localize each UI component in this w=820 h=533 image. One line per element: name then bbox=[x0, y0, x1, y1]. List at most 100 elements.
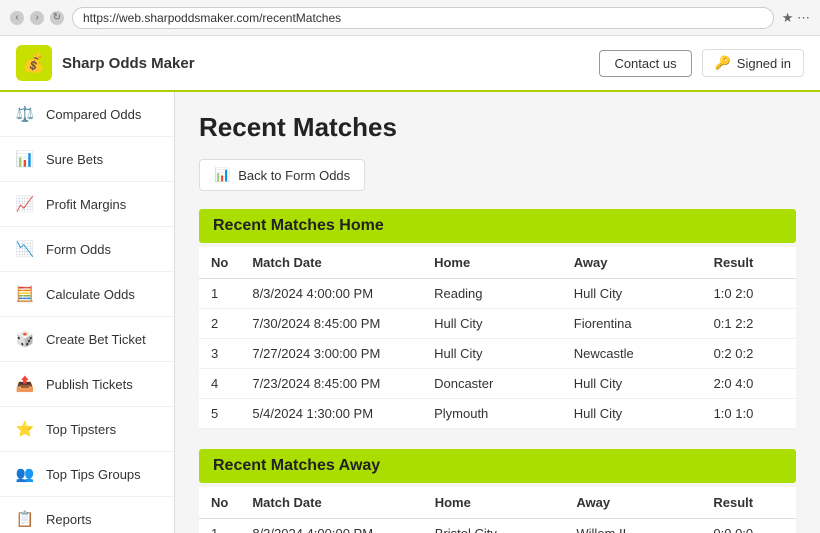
match-away: Willem II bbox=[564, 519, 701, 533]
signed-in-label: Signed in bbox=[737, 56, 791, 71]
forward-browser-btn[interactable]: › bbox=[30, 11, 44, 25]
browser-bar: ‹ › ↻ https://web.sharpoddsmaker.com/rec… bbox=[0, 0, 820, 36]
table-row: 5 5/4/2024 1:30:00 PM Plymouth Hull City… bbox=[199, 399, 796, 429]
match-away: Hull City bbox=[562, 279, 702, 309]
reports-label: Reports bbox=[46, 512, 92, 527]
match-no: 1 bbox=[199, 519, 240, 533]
calculate-odds-icon: 🧮 bbox=[14, 283, 36, 305]
back-button-label: Back to Form Odds bbox=[238, 168, 350, 183]
signed-in-icon: 🔑 bbox=[715, 55, 731, 71]
table-row: 1 8/3/2024 4:00:00 PM Reading Hull City … bbox=[199, 279, 796, 309]
col-header-home-away: Home bbox=[423, 487, 565, 519]
compared-odds-label: Compared Odds bbox=[46, 107, 141, 122]
match-date: 7/27/2024 3:00:00 PM bbox=[240, 339, 422, 369]
col-header-home: Home bbox=[422, 247, 562, 279]
sidebar-item-top-tips-groups[interactable]: 👥 Top Tips Groups bbox=[0, 452, 174, 497]
home-matches-table: No Match Date Home Away Result 1 8/3/202… bbox=[199, 247, 796, 429]
match-home: Reading bbox=[422, 279, 562, 309]
match-away: Hull City bbox=[562, 369, 702, 399]
page-title: Recent Matches bbox=[199, 112, 796, 143]
match-result: 0:2 0:2 bbox=[702, 339, 796, 369]
sidebar-item-form-odds[interactable]: 📉 Form Odds bbox=[0, 227, 174, 272]
app-header: 💰 Sharp Odds Maker Contact us 🔑 Signed i… bbox=[0, 36, 820, 92]
sidebar-item-profit-margins[interactable]: 📈 Profit Margins bbox=[0, 182, 174, 227]
back-to-form-odds-button[interactable]: 📊 Back to Form Odds bbox=[199, 159, 365, 191]
signed-in-indicator: 🔑 Signed in bbox=[702, 49, 804, 77]
match-result: 1:0 1:0 bbox=[702, 399, 796, 429]
browser-controls: ‹ › ↻ bbox=[10, 11, 64, 25]
publish-tickets-label: Publish Tickets bbox=[46, 377, 133, 392]
match-date: 8/3/2024 4:00:00 PM bbox=[240, 519, 422, 533]
sidebar: ⚖️ Compared Odds 📊 Sure Bets 📈 Profit Ma… bbox=[0, 92, 175, 533]
header-right: Contact us 🔑 Signed in bbox=[599, 49, 804, 77]
top-tipsters-icon: ⭐ bbox=[14, 418, 36, 440]
match-date: 7/30/2024 8:45:00 PM bbox=[240, 309, 422, 339]
home-section-header: Recent Matches Home bbox=[199, 209, 796, 243]
table-row: 4 7/23/2024 8:45:00 PM Doncaster Hull Ci… bbox=[199, 369, 796, 399]
browser-icons: ★ ⋯ bbox=[782, 10, 810, 26]
create-bet-ticket-label: Create Bet Ticket bbox=[46, 332, 146, 347]
match-away: Hull City bbox=[562, 399, 702, 429]
match-no: 1 bbox=[199, 279, 240, 309]
url-bar[interactable]: https://web.sharpoddsmaker.com/recentMat… bbox=[72, 7, 774, 29]
col-header-away: Away bbox=[562, 247, 702, 279]
content-area: Recent Matches 📊 Back to Form Odds Recen… bbox=[175, 92, 820, 533]
match-away: Fiorentina bbox=[562, 309, 702, 339]
publish-tickets-icon: 📤 bbox=[14, 373, 36, 395]
sidebar-item-publish-tickets[interactable]: 📤 Publish Tickets bbox=[0, 362, 174, 407]
sidebar-item-calculate-odds[interactable]: 🧮 Calculate Odds bbox=[0, 272, 174, 317]
match-home: Doncaster bbox=[422, 369, 562, 399]
table-row: 3 7/27/2024 3:00:00 PM Hull City Newcast… bbox=[199, 339, 796, 369]
sidebar-item-sure-bets[interactable]: 📊 Sure Bets bbox=[0, 137, 174, 182]
app-logo: 💰 Sharp Odds Maker bbox=[16, 45, 195, 81]
match-home: Bristol City bbox=[423, 519, 565, 533]
sidebar-item-create-bet-ticket[interactable]: 🎲 Create Bet Ticket bbox=[0, 317, 174, 362]
back-icon: 📊 bbox=[214, 167, 230, 183]
reload-browser-btn[interactable]: ↻ bbox=[50, 11, 64, 25]
sidebar-item-reports[interactable]: 📋 Reports bbox=[0, 497, 174, 533]
table-row: 1 8/3/2024 4:00:00 PM Bristol City Wille… bbox=[199, 519, 796, 533]
match-no: 2 bbox=[199, 309, 240, 339]
away-section-header: Recent Matches Away bbox=[199, 449, 796, 483]
match-result: 0:1 2:2 bbox=[702, 309, 796, 339]
match-home: Hull City bbox=[422, 309, 562, 339]
profit-margins-icon: 📈 bbox=[14, 193, 36, 215]
match-home: Plymouth bbox=[422, 399, 562, 429]
top-tips-groups-label: Top Tips Groups bbox=[46, 467, 141, 482]
table-row: 2 7/30/2024 8:45:00 PM Hull City Fiorent… bbox=[199, 309, 796, 339]
app-name: Sharp Odds Maker bbox=[62, 55, 195, 72]
sidebar-item-compared-odds[interactable]: ⚖️ Compared Odds bbox=[0, 92, 174, 137]
form-odds-label: Form Odds bbox=[46, 242, 111, 257]
match-date: 8/3/2024 4:00:00 PM bbox=[240, 279, 422, 309]
col-header-no-away: No bbox=[199, 487, 240, 519]
contact-button[interactable]: Contact us bbox=[599, 50, 691, 77]
col-header-no: No bbox=[199, 247, 240, 279]
reports-icon: 📋 bbox=[14, 508, 36, 530]
match-no: 3 bbox=[199, 339, 240, 369]
col-header-date: Match Date bbox=[240, 247, 422, 279]
compared-odds-icon: ⚖️ bbox=[14, 103, 36, 125]
logo-icon: 💰 bbox=[16, 45, 52, 81]
match-date: 5/4/2024 1:30:00 PM bbox=[240, 399, 422, 429]
match-date: 7/23/2024 8:45:00 PM bbox=[240, 369, 422, 399]
sidebar-item-top-tipsters[interactable]: ⭐ Top Tipsters bbox=[0, 407, 174, 452]
sure-bets-icon: 📊 bbox=[14, 148, 36, 170]
create-bet-ticket-icon: 🎲 bbox=[14, 328, 36, 350]
calculate-odds-label: Calculate Odds bbox=[46, 287, 135, 302]
profit-margins-label: Profit Margins bbox=[46, 197, 126, 212]
match-no: 4 bbox=[199, 369, 240, 399]
col-header-away-away: Away bbox=[564, 487, 701, 519]
sure-bets-label: Sure Bets bbox=[46, 152, 103, 167]
main-layout: ⚖️ Compared Odds 📊 Sure Bets 📈 Profit Ma… bbox=[0, 92, 820, 533]
col-header-result-away: Result bbox=[701, 487, 796, 519]
away-matches-table: No Match Date Home Away Result 1 8/3/202… bbox=[199, 487, 796, 533]
match-result: 0:0 0:0 bbox=[701, 519, 796, 533]
match-no: 5 bbox=[199, 399, 240, 429]
top-tips-groups-icon: 👥 bbox=[14, 463, 36, 485]
match-home: Hull City bbox=[422, 339, 562, 369]
top-tipsters-label: Top Tipsters bbox=[46, 422, 116, 437]
back-browser-btn[interactable]: ‹ bbox=[10, 11, 24, 25]
match-result: 1:0 2:0 bbox=[702, 279, 796, 309]
col-header-date-away: Match Date bbox=[240, 487, 422, 519]
col-header-result: Result bbox=[702, 247, 796, 279]
